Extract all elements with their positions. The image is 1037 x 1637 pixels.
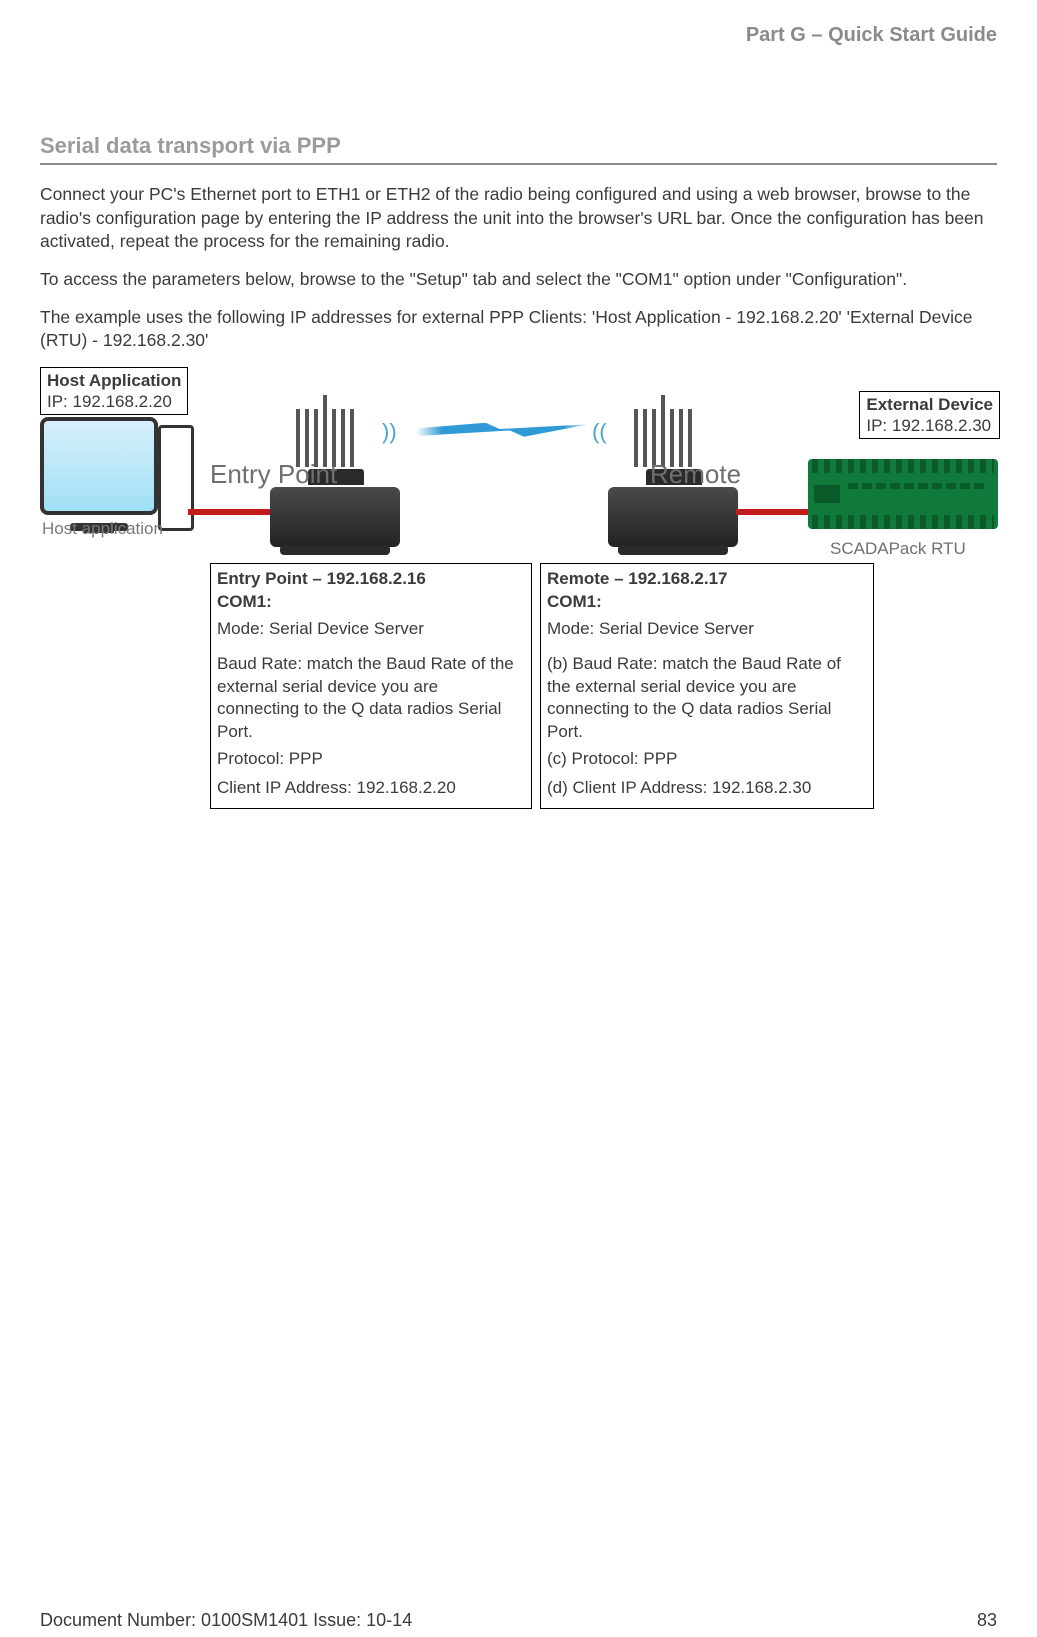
- remote-config-header: Remote – 192.168.2.17: [547, 568, 867, 591]
- paragraph-2: To access the parameters below, browse t…: [40, 268, 997, 292]
- entry-point-radio-icon: [270, 487, 400, 547]
- paragraph-1: Connect your PC's Ethernet port to ETH1 …: [40, 183, 997, 254]
- remote-label: Remote: [650, 459, 741, 490]
- entry-config-client-ip: Client IP Address: 192.168.2.20: [217, 777, 525, 800]
- remote-config-com: COM1:: [547, 591, 867, 614]
- host-application-ip: IP: 192.168.2.20: [47, 391, 181, 412]
- external-device-title: External Device: [866, 394, 993, 415]
- host-application-title: Host Application: [47, 370, 181, 391]
- entry-point-config-box: Entry Point – 192.168.2.16 COM1: Mode: S…: [210, 563, 532, 809]
- host-application-label-box: Host Application IP: 192.168.2.20: [40, 367, 188, 416]
- remote-config-protocol: (c) Protocol: PPP: [547, 748, 867, 771]
- wireless-link-icon: [416, 423, 590, 437]
- paragraph-3: The example uses the following IP addres…: [40, 306, 997, 353]
- host-application-caption: Host application: [42, 519, 163, 539]
- section-title: Serial data transport via PPP: [40, 133, 997, 165]
- remote-radio-icon: [608, 487, 738, 547]
- network-diagram: Host Application IP: 192.168.2.20 Extern…: [40, 367, 1000, 767]
- scadapack-rtu-caption: SCADAPack RTU: [830, 539, 966, 559]
- remote-config-client-ip: (d) Client IP Address: 192.168.2.30: [547, 777, 867, 800]
- serial-cable-right: [736, 509, 810, 515]
- part-header: Part G – Quick Start Guide: [40, 24, 997, 47]
- entry-point-label: Entry Point: [210, 459, 337, 490]
- wireless-waves-left-icon: )): [382, 419, 397, 445]
- external-device-ip: IP: 192.168.2.30: [866, 415, 993, 436]
- entry-config-com: COM1:: [217, 591, 525, 614]
- scadapack-rtu-icon: [808, 459, 998, 529]
- remote-config-mode: Mode: Serial Device Server: [547, 618, 867, 641]
- entry-config-header: Entry Point – 192.168.2.16: [217, 568, 525, 591]
- entry-config-baud: Baud Rate: match the Baud Rate of the ex…: [217, 653, 525, 745]
- entry-config-mode: Mode: Serial Device Server: [217, 618, 525, 641]
- entry-config-protocol: Protocol: PPP: [217, 748, 525, 771]
- document-number: Document Number: 0100SM1401 Issue: 10-14: [40, 1610, 412, 1630]
- external-device-label-box: External Device IP: 192.168.2.30: [859, 391, 1000, 440]
- remote-config-baud: (b) Baud Rate: match the Baud Rate of th…: [547, 653, 867, 745]
- page-footer: Document Number: 0100SM1401 Issue: 10-14…: [40, 1610, 997, 1631]
- page-number: 83: [977, 1610, 997, 1631]
- wireless-waves-right-icon: )): [592, 419, 607, 445]
- serial-cable-left: [188, 509, 276, 515]
- remote-config-box: Remote – 192.168.2.17 COM1: Mode: Serial…: [540, 563, 874, 809]
